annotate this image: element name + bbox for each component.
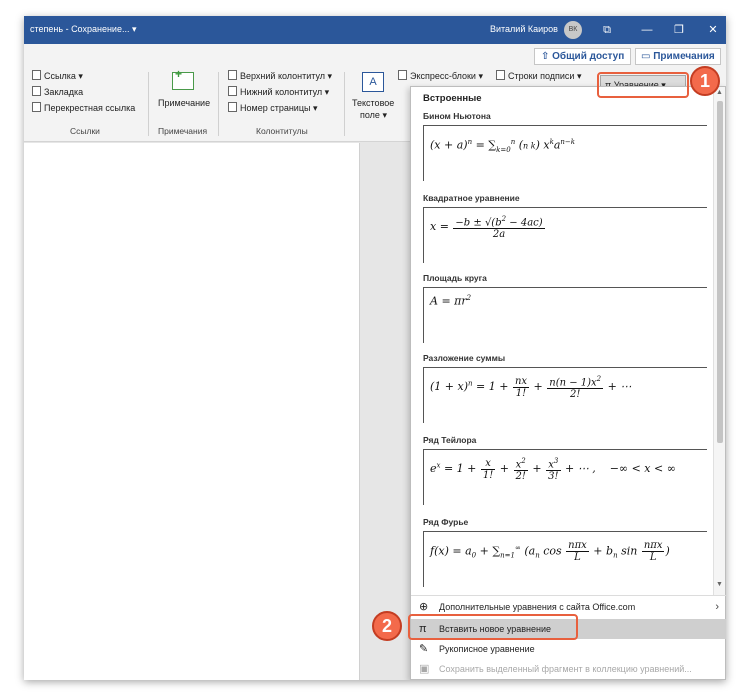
textbox-icon[interactable]: A <box>362 72 384 92</box>
gallery-section-heading: Встроенные <box>423 93 482 104</box>
equation-title: Ряд Фурье <box>423 517 469 527</box>
equation-sum-expansion[interactable]: (1 + x)n = 1 + nx 1! + n(n − 1)x2 2! + ⋯ <box>423 367 707 423</box>
share-button[interactable]: ⇧ Общий доступ <box>534 48 632 65</box>
callout-marker-1: 1 <box>690 66 720 96</box>
equation-gallery: Встроенные Бином Ньютона (x + a)n = ∑k=0… <box>410 86 726 680</box>
equation-title: Разложение суммы <box>423 353 506 363</box>
page-number-icon <box>228 102 237 112</box>
scroll-down-icon[interactable]: ▼ <box>716 581 723 588</box>
comment-icon[interactable] <box>172 67 194 90</box>
cross-reference-button[interactable]: Перекрестная ссылка <box>32 102 135 113</box>
group-label-links: Ссылки <box>70 126 100 136</box>
save-selection-to-gallery-item[interactable]: ▣ Сохранить выделенный фрагмент в коллек… <box>411 659 726 679</box>
equation-button-highlight <box>597 72 689 98</box>
equation-binomial[interactable]: (x + a)n = ∑k=0n (n k) xkan−k <box>423 125 707 181</box>
equation-title: Ряд Тейлора <box>423 435 477 445</box>
signature-icon <box>496 70 505 80</box>
bookmark-button[interactable]: Закладка <box>32 86 83 97</box>
bookmark-icon <box>32 86 41 96</box>
textbox-dropdown[interactable]: поле ▾ <box>360 110 387 121</box>
textbox-label[interactable]: Текстовое <box>352 98 394 108</box>
link-icon <box>32 70 41 80</box>
equation-quadratic[interactable]: x = −b ± √(b2 − 4ac) 2a <box>423 207 707 263</box>
group-label-header-footer: Колонтитулы <box>256 126 308 136</box>
quick-parts-icon <box>398 70 407 80</box>
equation-taylor-series[interactable]: ex = 1 + x 1! + x2 2! + x3 3! + ⋯ , −∞ < x … <box>423 449 707 505</box>
equation-title: Бином Ньютона <box>423 111 491 121</box>
menu-divider <box>411 595 726 596</box>
scrollbar-thumb[interactable] <box>717 101 723 443</box>
insert-equation-highlight <box>408 614 578 640</box>
page-number-button[interactable]: Номер страницы ▾ <box>228 102 317 114</box>
link-button[interactable]: Ссылка ▾ <box>32 70 83 82</box>
save-icon: ▣ <box>419 663 430 675</box>
globe-icon: ⊕ <box>419 601 429 613</box>
document-page[interactable] <box>24 143 360 680</box>
ribbon-display-options-icon[interactable]: ⧉ <box>596 20 618 40</box>
close-button[interactable]: ✕ <box>702 20 724 40</box>
footer-button[interactable]: Нижний колонтитул ▾ <box>228 86 329 98</box>
avatar[interactable]: ВК <box>564 21 582 39</box>
comment-button[interactable]: Примечание <box>158 98 210 108</box>
minimize-button[interactable]: — <box>636 20 658 40</box>
header-button[interactable]: Верхний колонтитул ▾ <box>228 70 332 82</box>
comments-button[interactable]: ▭ Примечания <box>635 48 721 65</box>
cross-reference-icon <box>32 102 41 112</box>
equation-title: Квадратное уравнение <box>423 193 520 203</box>
ink-pen-icon: ✎ <box>419 643 429 655</box>
signature-line-button[interactable]: Строки подписи ▾ <box>496 70 581 82</box>
equation-title: Площадь круга <box>423 273 487 283</box>
title-bar: степень - Сохранение... ▾ Виталий Каиров… <box>24 16 726 44</box>
group-label-comments: Примечания <box>158 126 208 136</box>
footer-icon <box>228 86 237 96</box>
group-divider <box>218 72 219 136</box>
word-window: степень - Сохранение... ▾ Виталий Каиров… <box>24 16 726 680</box>
equation-circle-area[interactable]: A = πr2 <box>423 287 707 343</box>
chevron-right-icon: › <box>715 601 719 613</box>
header-icon <box>228 70 237 80</box>
user-name[interactable]: Виталий Каиров <box>490 24 558 34</box>
group-divider <box>148 72 149 136</box>
restore-button[interactable]: ❐ <box>668 20 690 40</box>
ink-equation-item[interactable]: ✎ Рукописное уравнение <box>411 639 726 659</box>
equation-fourier-series[interactable]: f(x) = a0 + ∑n=1∞ (an cos nπx L + bn sin … <box>423 531 707 587</box>
gallery-scrollbar[interactable]: ▲ ▼ <box>713 87 725 595</box>
share-row: ⇧ Общий доступ ▭ Примечания <box>24 44 726 66</box>
callout-marker-2: 2 <box>372 611 402 641</box>
quick-parts-button[interactable]: Экспресс-блоки ▾ <box>398 70 483 82</box>
group-divider <box>344 72 345 136</box>
scroll-up-icon[interactable]: ▲ <box>716 89 723 96</box>
document-title[interactable]: степень - Сохранение... ▾ <box>30 24 136 35</box>
